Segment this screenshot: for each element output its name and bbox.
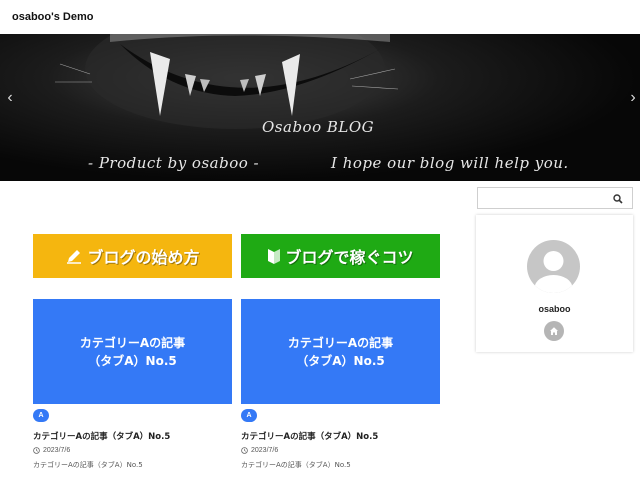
site-header: osaboo's Demo <box>0 0 640 34</box>
post-date-text: 2023/7/6 <box>251 447 279 454</box>
post-thumbnail[interactable]: カテゴリーAの記事 （タブA）No.5 <box>241 299 440 404</box>
post-title[interactable]: カテゴリーAの記事（タブA）No.5 <box>33 430 170 442</box>
hero-subtitle-left: - Product by osaboo - <box>88 154 260 172</box>
home-icon[interactable] <box>544 321 564 341</box>
thumbnail-line: （タブA）No.5 <box>88 353 177 368</box>
site-title[interactable]: osaboo's Demo <box>12 11 93 23</box>
hero-subtitle-right: I hope our blog will help you. <box>331 154 569 172</box>
hero-title: Osaboo BLOG <box>262 118 375 136</box>
post-excerpt: カテゴリーAの記事（タブA）No.5 <box>241 461 351 469</box>
thumbnail-line: カテゴリーAの記事 <box>287 335 394 350</box>
post-date: 2023/7/6 <box>33 447 70 454</box>
pencil-icon <box>65 247 83 265</box>
search-icon[interactable] <box>612 192 624 204</box>
slider-next-arrow-icon[interactable]: › <box>626 89 640 107</box>
banner-how-to-start-blog[interactable]: ブログの始め方 <box>33 234 232 278</box>
avatar <box>527 240 580 293</box>
clock-icon <box>33 447 40 454</box>
profile-widget: osaboo <box>476 215 633 352</box>
profile-name: osaboo <box>538 304 571 314</box>
post-thumbnail[interactable]: カテゴリーAの記事 （タブA）No.5 <box>33 299 232 404</box>
banner-label: ブログで稼ぐコツ <box>285 248 414 267</box>
search-input[interactable] <box>477 187 633 209</box>
clock-icon <box>241 447 248 454</box>
category-badge[interactable]: A <box>241 409 257 422</box>
post-title[interactable]: カテゴリーAの記事（タブA）No.5 <box>241 430 378 442</box>
post-date-text: 2023/7/6 <box>43 447 71 454</box>
beginner-mark-icon <box>267 247 281 265</box>
thumbnail-line: （タブA）No.5 <box>296 353 385 368</box>
category-badge[interactable]: A <box>33 409 49 422</box>
slider-prev-arrow-icon[interactable]: ‹ <box>3 89 17 107</box>
post-date: 2023/7/6 <box>241 447 278 454</box>
banner-blog-earning-tips[interactable]: ブログで稼ぐコツ <box>241 234 440 278</box>
post-excerpt: カテゴリーAの記事（タブA）No.5 <box>33 461 143 469</box>
hero-slider[interactable]: Osaboo BLOG - Product by osaboo - I hope… <box>0 34 640 181</box>
banner-label: ブログの始め方 <box>87 248 200 267</box>
thumbnail-line: カテゴリーAの記事 <box>79 335 186 350</box>
